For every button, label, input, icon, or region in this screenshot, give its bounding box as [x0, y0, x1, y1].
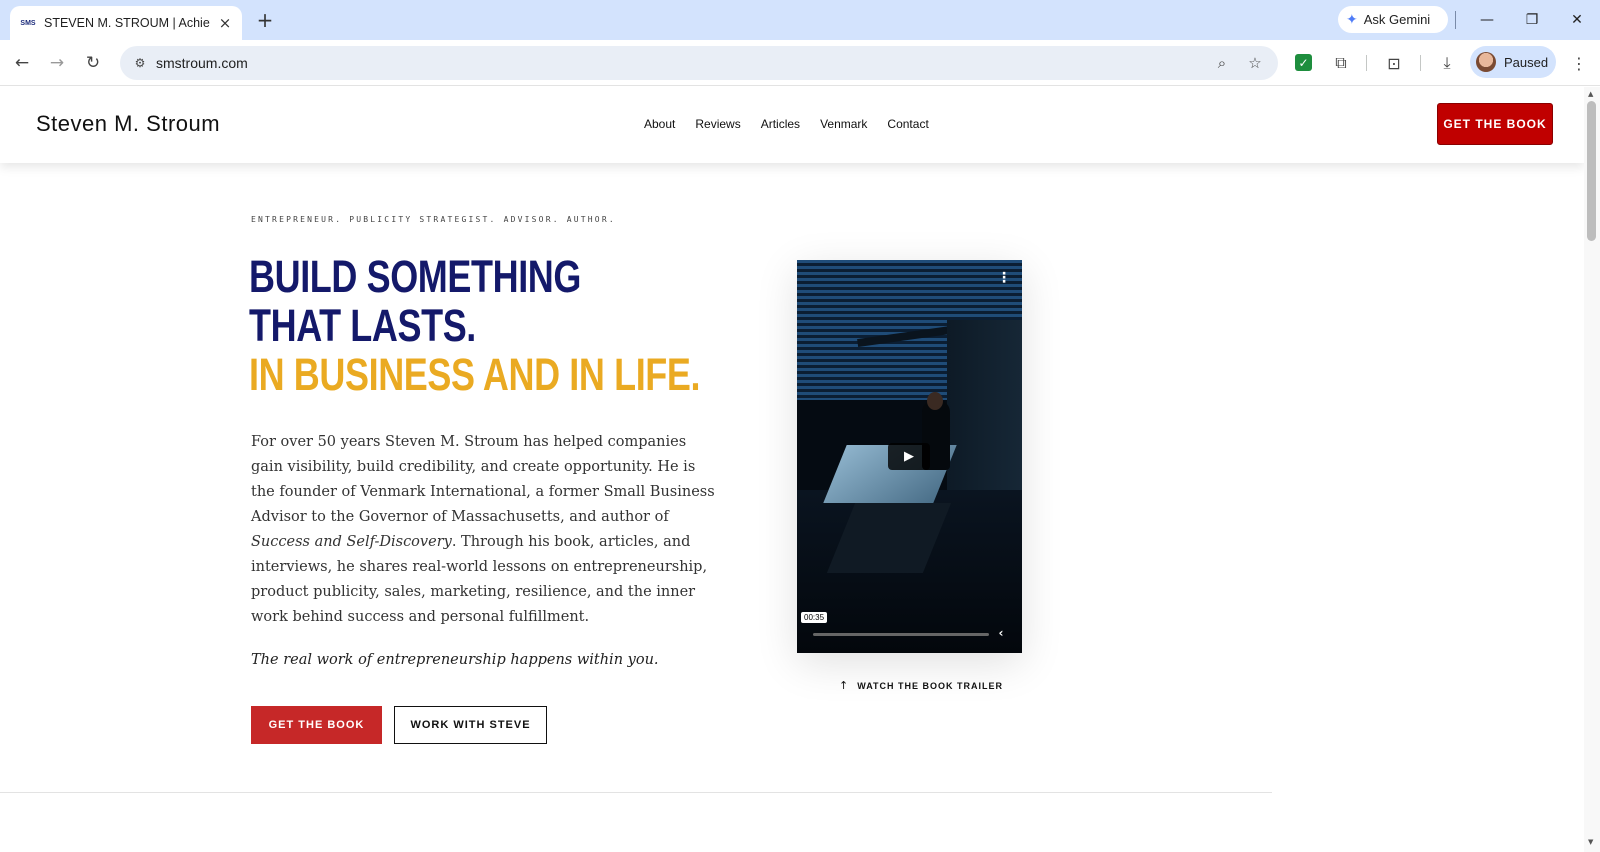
- url-text[interactable]: smstroum.com: [156, 55, 248, 71]
- nav-link-about[interactable]: About: [644, 117, 675, 131]
- video-menu-icon[interactable]: ⋮: [994, 268, 1014, 288]
- scroll-up-icon[interactable]: ▲: [1588, 90, 1593, 98]
- site-header: Steven M. Stroum About Reviews Articles …: [0, 87, 1584, 163]
- toolbar-divider: [1420, 55, 1421, 71]
- video-frame-head: [927, 392, 943, 410]
- video-progress-bar[interactable]: [813, 633, 989, 636]
- profile-button[interactable]: Paused: [1470, 46, 1556, 78]
- gemini-sparkle-icon: ✦: [1346, 11, 1358, 27]
- site-info-icon[interactable]: ⚙: [129, 52, 151, 74]
- get-the-book-button[interactable]: GET THE BOOK: [251, 706, 382, 744]
- web-page: Steven M. Stroum About Reviews Articles …: [0, 87, 1584, 852]
- site-favicon-icon: SMS: [20, 19, 36, 27]
- nav-link-contact[interactable]: Contact: [887, 117, 928, 131]
- forward-icon[interactable]: →: [45, 51, 69, 75]
- tab-strip: SMS STEVEN M. STROUM | Achieve S × + ✦ A…: [0, 0, 1600, 40]
- bookmark-star-icon[interactable]: ☆: [1244, 52, 1266, 74]
- new-tab-icon[interactable]: +: [254, 8, 276, 32]
- close-window-icon[interactable]: ✕: [1565, 8, 1589, 32]
- arrow-up-icon: ↑: [839, 679, 850, 692]
- video-back-icon[interactable]: ‹: [992, 624, 1010, 642]
- page-scrollbar[interactable]: ▲ ▼: [1584, 87, 1600, 852]
- play-icon[interactable]: ▶: [888, 443, 930, 470]
- ask-gemini-label: Ask Gemini: [1363, 12, 1431, 27]
- minimize-icon[interactable]: —: [1475, 8, 1499, 32]
- address-bar[interactable]: ⚙ smstroum.com ⌕ ☆: [120, 46, 1278, 80]
- hero-tagline: The real work of entrepreneurship happen…: [251, 652, 659, 668]
- toolbar-divider: [1366, 55, 1367, 71]
- site-nav: About Reviews Articles Venmark Contact: [644, 117, 929, 131]
- tab-title: STEVEN M. STROUM | Achieve S: [44, 16, 210, 30]
- nav-link-articles[interactable]: Articles: [761, 117, 800, 131]
- download-icon[interactable]: ⤓: [1435, 51, 1459, 75]
- site-logo[interactable]: Steven M. Stroum: [36, 111, 220, 137]
- section-divider: [0, 792, 1272, 793]
- tab-search-icon[interactable]: ⊡: [1382, 51, 1406, 75]
- close-tab-icon[interactable]: ×: [216, 14, 234, 32]
- active-tab[interactable]: SMS STEVEN M. STROUM | Achieve S ×: [10, 6, 242, 40]
- headline-line-2: THAT LASTS.: [249, 300, 476, 351]
- extensions-puzzle-icon[interactable]: ⧉: [1329, 51, 1353, 75]
- description-part-1: For over 50 years Steven M. Stroum has h…: [251, 434, 715, 525]
- headline-line-3: IN BUSINESS AND IN LIFE.: [249, 349, 701, 400]
- reload-icon[interactable]: ↻: [81, 51, 105, 75]
- hero-description: For over 50 years Steven M. Stroum has h…: [251, 430, 721, 630]
- nav-link-reviews[interactable]: Reviews: [695, 117, 740, 131]
- nav-link-venmark[interactable]: Venmark: [820, 117, 867, 131]
- browser-toolbar: ← → ↻ ⚙ smstroum.com ⌕ ☆ ✓ ⧉ ⊡ ⤓ Paused …: [0, 40, 1600, 86]
- scroll-thumb[interactable]: [1587, 101, 1596, 241]
- back-icon[interactable]: ←: [10, 51, 34, 75]
- scroll-down-icon[interactable]: ▼: [1588, 838, 1593, 846]
- hero-headline: BUILD SOMETHING THAT LASTS. IN BUSINESS …: [249, 251, 701, 400]
- restore-icon[interactable]: ❐: [1520, 8, 1544, 32]
- work-with-steve-button[interactable]: WORK WITH STEVE: [394, 706, 547, 744]
- watch-trailer-link[interactable]: ↑ WATCH THE BOOK TRAILER: [839, 679, 1003, 692]
- book-trailer-video[interactable]: ⋮ ▶ 00:35 ‹: [797, 260, 1022, 653]
- watch-trailer-label: WATCH THE BOOK TRAILER: [857, 680, 1004, 691]
- hero-eyebrow: ENTREPRENEUR. PUBLICITY STRATEGIST. ADVI…: [251, 215, 616, 224]
- headline-line-1: BUILD SOMETHING: [249, 251, 581, 302]
- video-timestamp: 00:35: [801, 612, 828, 623]
- extension-check-icon[interactable]: ✓: [1295, 54, 1312, 71]
- header-get-the-book-button[interactable]: GET THE BOOK: [1437, 103, 1553, 145]
- profile-status: Paused: [1504, 54, 1549, 70]
- avatar: [1476, 52, 1496, 72]
- tabstrip-divider: [1455, 11, 1456, 29]
- book-title: Success and Self-Discovery: [251, 534, 452, 550]
- zoom-icon[interactable]: ⌕: [1211, 52, 1233, 74]
- ask-gemini-button[interactable]: ✦ Ask Gemini: [1338, 6, 1448, 33]
- browser-menu-icon[interactable]: ⋮: [1567, 51, 1591, 75]
